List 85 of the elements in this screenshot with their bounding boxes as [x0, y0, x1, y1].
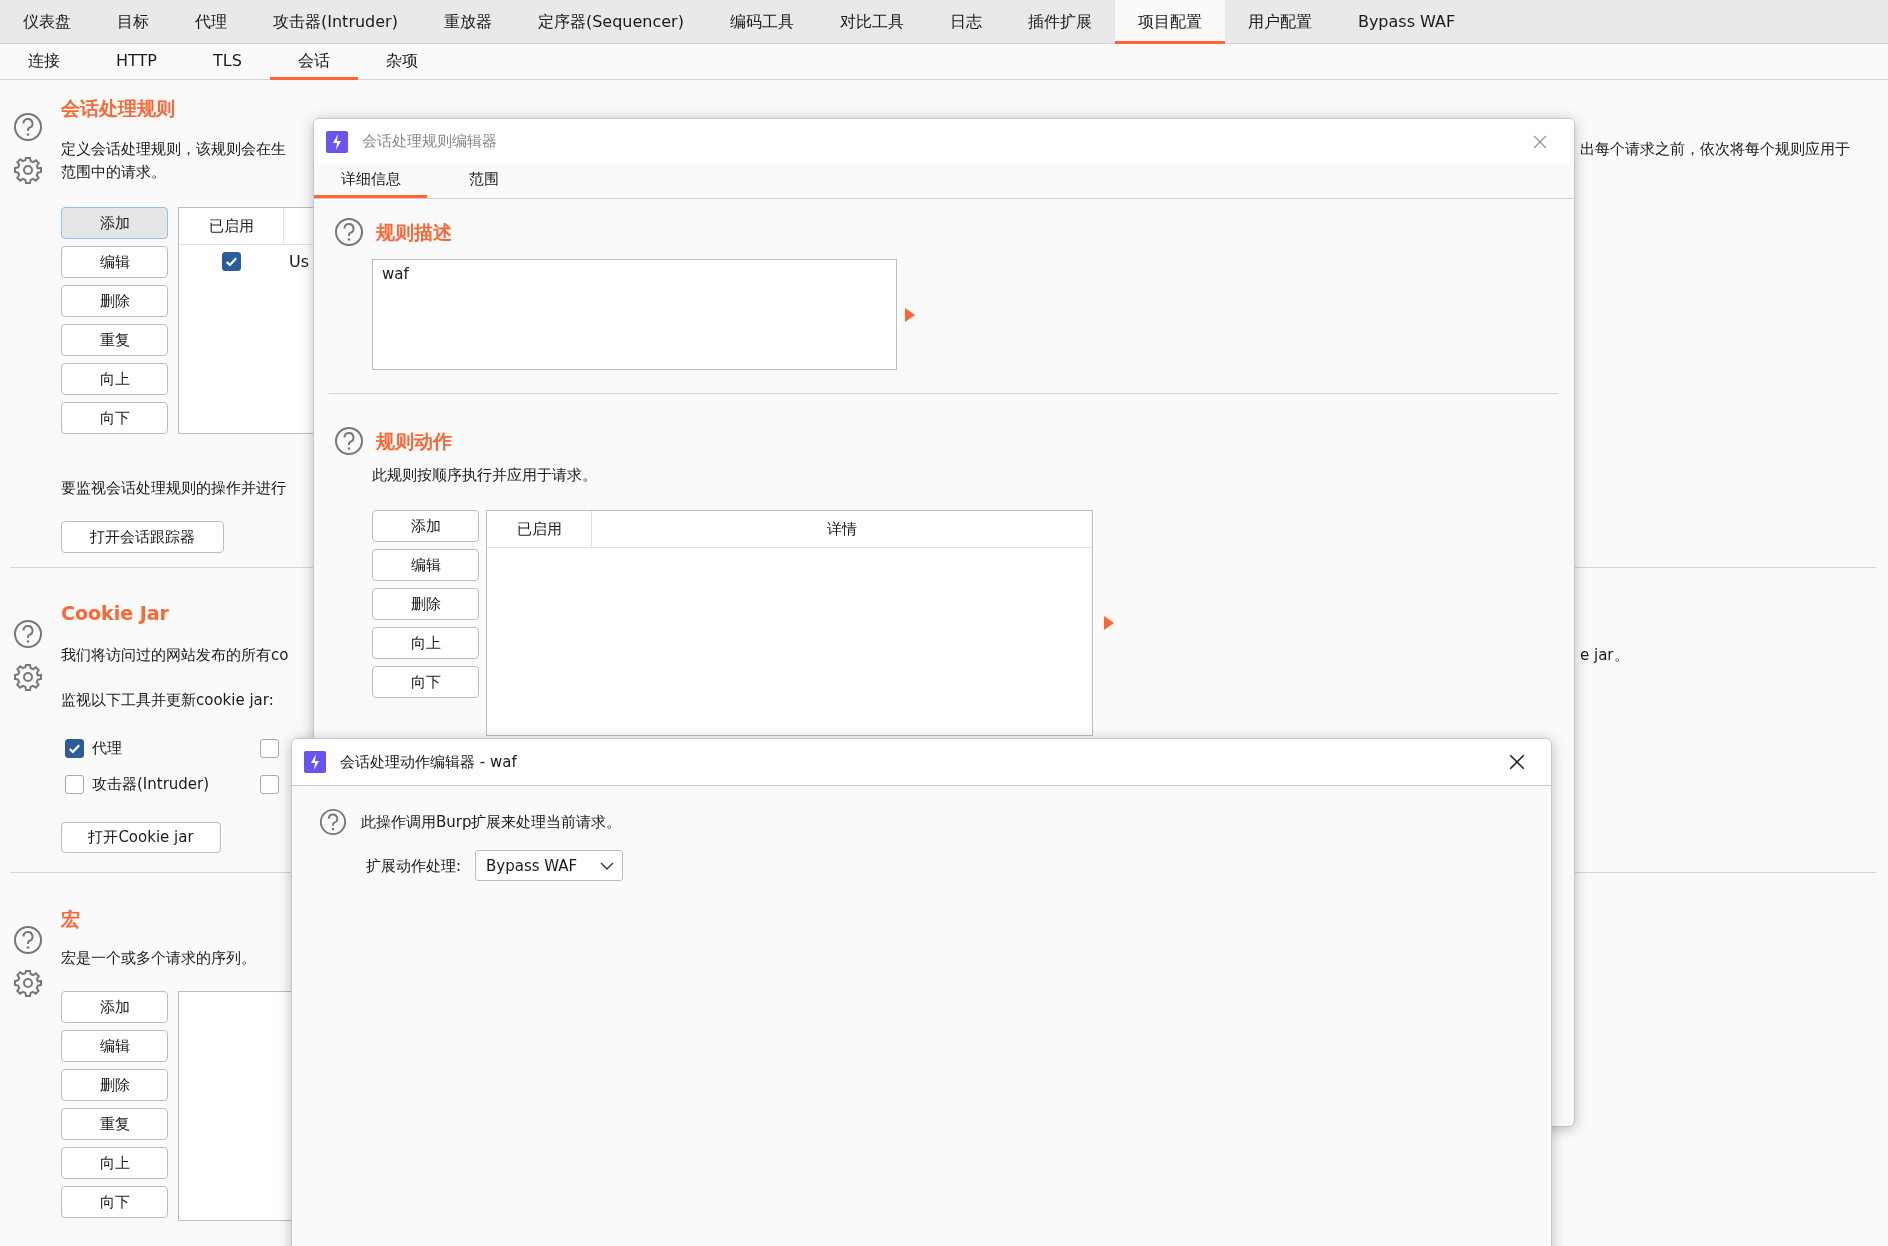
settings-icon[interactable] [13, 662, 43, 692]
column-header[interactable]: 已启用 [487, 511, 592, 547]
checkbox[interactable] [65, 774, 84, 794]
description-text: 我们将访问过的网站发布的所有co [61, 646, 289, 664]
action-button[interactable]: 删除 [372, 588, 479, 620]
monitor-label: 监视以下工具并更新cookie jar: [61, 690, 274, 711]
main-tab[interactable]: 攻击器(Intruder) [250, 0, 421, 44]
column-header[interactable]: 详情 [592, 511, 1092, 547]
description-text: 要监视会话处理规则的操作并进行 [61, 478, 286, 499]
field-label: 扩展动作处理: [366, 855, 462, 877]
main-tab[interactable]: 日志 [926, 0, 1005, 44]
sub-tab[interactable]: TLS [184, 44, 270, 80]
settings-icon[interactable] [13, 155, 43, 185]
action-button[interactable]: 向下 [61, 1186, 168, 1218]
close-icon[interactable] [1508, 753, 1526, 771]
action-button[interactable]: 向上 [372, 627, 479, 659]
action-button[interactable]: 编辑 [61, 1030, 168, 1062]
open-tracker-button[interactable]: 打开会话跟踪器 [61, 521, 224, 553]
sub-tab[interactable]: HTTP [88, 44, 185, 80]
column-header[interactable]: 已启用 [179, 208, 284, 244]
checkbox[interactable] [260, 774, 279, 794]
main-tab[interactable]: 重放器 [420, 0, 515, 44]
action-button[interactable]: 添加 [61, 991, 168, 1023]
chevron-down-icon [600, 861, 615, 870]
description-text: 此规则按顺序执行并应用于请求。 [372, 465, 597, 486]
action-button[interactable]: 重复 [61, 1108, 168, 1140]
description-text: 宏是一个或多个请求的序列。 [61, 948, 256, 969]
action-button[interactable]: 删除 [61, 285, 168, 317]
action-button[interactable]: 向上 [61, 1147, 168, 1179]
dialog-tab[interactable]: 详细信息 [314, 164, 427, 198]
main-tab[interactable]: 对比工具 [816, 0, 927, 44]
section-heading: 规则动作 [376, 429, 452, 453]
help-icon[interactable] [334, 426, 364, 456]
help-icon[interactable] [334, 217, 364, 247]
help-icon[interactable] [13, 619, 43, 649]
description-text: 定义会话处理规则，该规则会在生 [61, 140, 286, 158]
checkbox-label[interactable]: 代理 [92, 738, 122, 758]
main-tab[interactable]: Bypass WAF [1334, 0, 1479, 44]
checkbox[interactable] [260, 738, 279, 758]
main-tab[interactable]: 仪表盘 [0, 0, 94, 44]
action-button[interactable]: 添加 [372, 510, 479, 542]
table-cell-text: Us [288, 251, 310, 271]
settings-icon[interactable] [13, 968, 43, 998]
action-button[interactable]: 编辑 [372, 549, 479, 581]
main-tab[interactable]: 项目配置 [1114, 0, 1225, 44]
action-button[interactable]: 重复 [61, 324, 168, 356]
action-button[interactable]: 删除 [61, 1069, 168, 1101]
description-text: 出每个请求之前，依次将每个规则应用于 [1580, 139, 1850, 160]
action-button[interactable]: 编辑 [61, 246, 168, 278]
description-text: e jar。 [1580, 645, 1629, 666]
lightning-logo-icon [326, 130, 348, 153]
window-title: 会话处理动作编辑器 - waf [340, 752, 517, 772]
checkbox[interactable] [221, 251, 241, 271]
help-icon[interactable] [319, 808, 347, 836]
main-tab[interactable]: 代理 [172, 0, 250, 44]
description-text: 范围中的请求。 [61, 162, 166, 183]
description-field[interactable]: waf [372, 259, 897, 370]
main-tab[interactable]: 用户配置 [1224, 0, 1335, 44]
right-triangle-icon[interactable] [905, 307, 915, 322]
action-button[interactable]: 添加 [61, 207, 168, 239]
help-icon[interactable] [13, 112, 43, 142]
lightning-logo-icon [304, 751, 326, 773]
section-heading: 宏 [61, 907, 80, 931]
main-tab[interactable]: 编码工具 [706, 0, 817, 44]
sub-tab[interactable]: 杂项 [357, 44, 446, 80]
section-heading: 规则描述 [376, 220, 452, 244]
handler-dropdown[interactable]: Bypass WAF [475, 850, 624, 881]
help-icon[interactable] [13, 925, 43, 955]
section-heading: 会话处理规则 [61, 96, 175, 120]
action-button[interactable]: 向上 [61, 363, 168, 395]
dialog-tab[interactable]: 范围 [427, 164, 540, 198]
right-triangle-icon[interactable] [1104, 616, 1114, 630]
checkbox-label[interactable]: 攻击器(Intruder) [92, 774, 210, 794]
sub-tab[interactable]: 连接 [0, 44, 88, 80]
sub-tab[interactable]: 会话 [269, 44, 358, 80]
main-tab[interactable]: 定序器(Sequencer) [514, 0, 707, 44]
description-text: 此操作调用Burp扩展来处理当前请求。 [361, 812, 622, 833]
open-cookie-jar-button[interactable]: 打开Cookie jar [61, 822, 221, 853]
action-button[interactable]: 向下 [61, 402, 168, 434]
window-title: 会话处理规则编辑器 [362, 132, 497, 151]
action-button[interactable]: 向下 [372, 666, 479, 698]
section-heading: Cookie Jar [61, 601, 169, 625]
checkbox[interactable] [65, 738, 84, 758]
main-tab[interactable]: 目标 [94, 0, 172, 44]
main-tab[interactable]: 插件扩展 [1004, 0, 1115, 44]
